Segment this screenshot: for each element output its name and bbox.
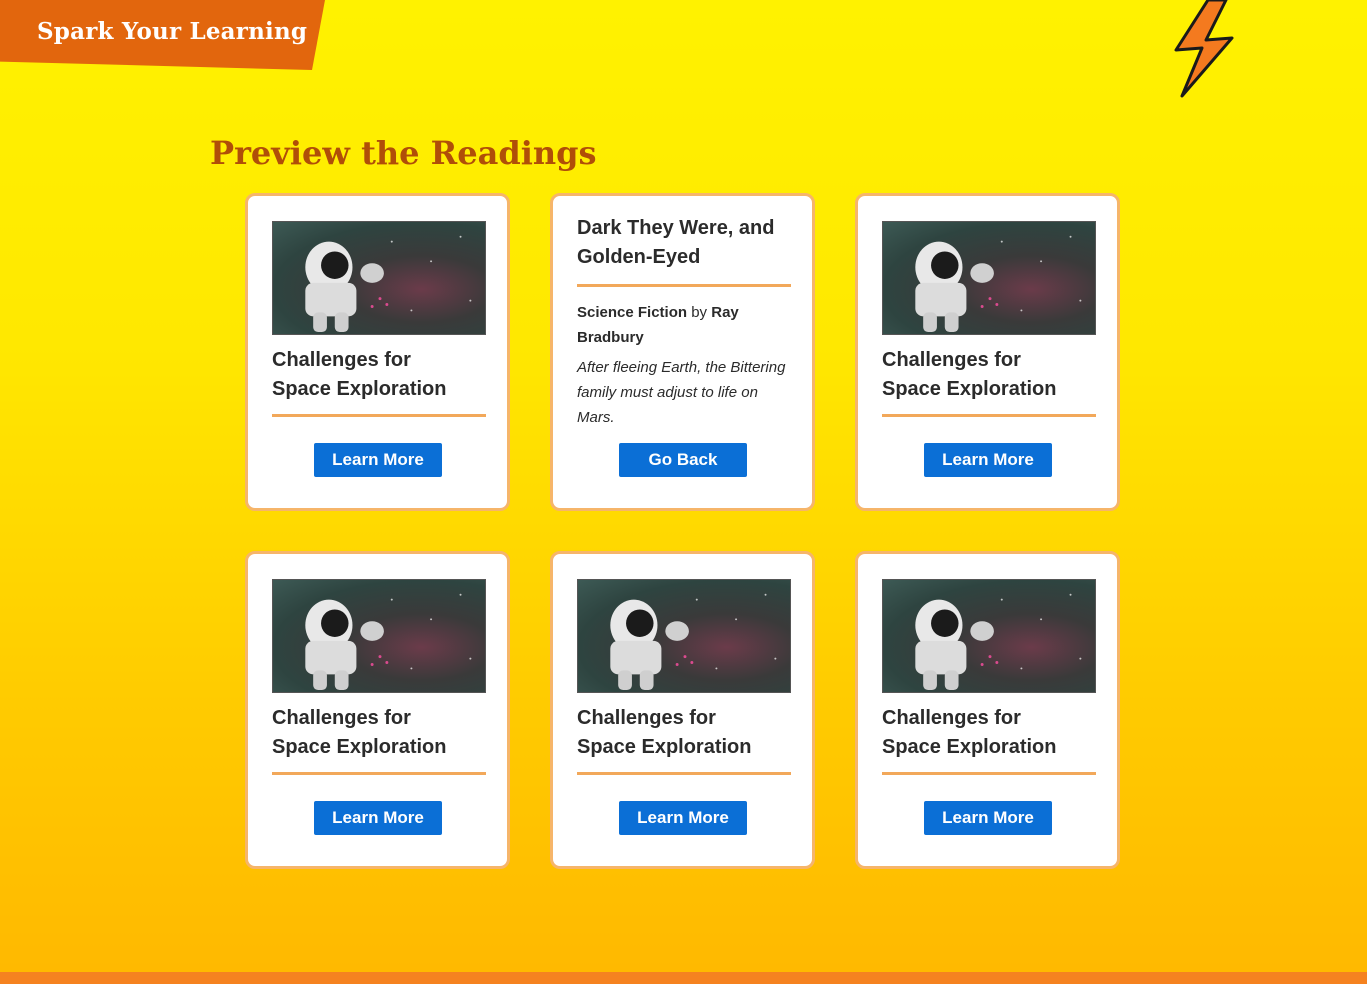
reading-title: Dark They Were, and Golden-Eyed [577,217,775,268]
learn-more-button[interactable]: Learn More [619,801,747,835]
reading-card: Challenges for Space Exploration Learn M… [245,551,510,869]
card-title: Challenges for Space Exploration [577,707,752,758]
genre-label: Science Fiction [577,304,688,321]
reading-description: After fleeing Earth, the Bittering famil… [577,359,786,426]
astronaut-image [272,579,486,693]
reading-card: Challenges for Space Exploration Learn M… [245,193,510,511]
go-back-button[interactable]: Go Back [619,443,747,477]
page-title: Preview the Readings [210,134,597,172]
divider [882,772,1096,775]
learn-more-button[interactable]: Learn More [314,801,442,835]
reading-card: Challenges for Space Exploration Learn M… [550,551,815,869]
card-title: Challenges for Space Exploration [272,349,447,400]
learn-more-button[interactable]: Learn More [314,443,442,477]
astronaut-image [272,221,486,335]
card-title: Challenges for Space Exploration [272,707,447,758]
by-label: by [691,304,708,321]
divider [577,772,791,775]
astronaut-image [882,221,1096,335]
reading-card-expanded: Dark They Were, and Golden-Eyed Science … [550,193,815,511]
divider [882,414,1096,417]
learn-more-button[interactable]: Learn More [924,443,1052,477]
astronaut-image [882,579,1096,693]
reading-card: Challenges for Space Exploration Learn M… [855,551,1120,869]
astronaut-image [577,579,791,693]
banner-title: Spark Your Learning [37,18,308,45]
footer-bar [0,972,1367,984]
divider [272,414,486,417]
card-title: Challenges for Space Exploration [882,349,1057,400]
lightning-bolt-icon [1174,0,1234,98]
reading-card: Challenges for Space Exploration Learn M… [855,193,1120,511]
reading-meta: Science Fiction by Ray Bradbury [577,300,791,350]
learn-more-button[interactable]: Learn More [924,801,1052,835]
divider [577,284,791,287]
card-title: Challenges for Space Exploration [882,707,1057,758]
divider [272,772,486,775]
